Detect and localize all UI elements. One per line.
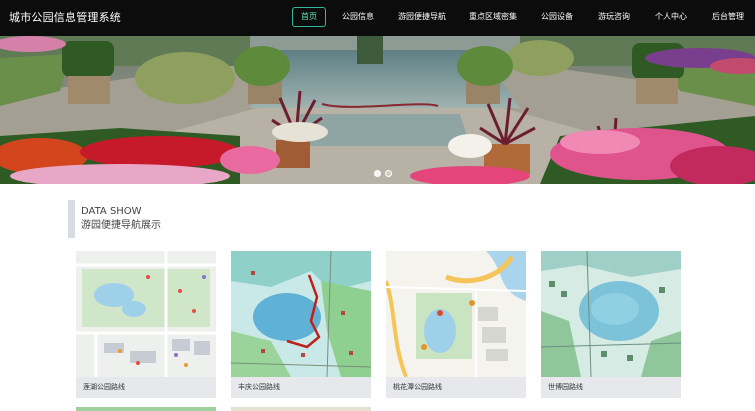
route-card-caption[interactable]: 世博园路线 — [541, 377, 681, 398]
nav-crowded-areas[interactable]: 重点区域密集 — [464, 7, 522, 27]
app-title[interactable]: 城市公园信息管理系统 — [9, 9, 121, 25]
nav-consulting[interactable]: 游玩咨询 — [592, 7, 636, 27]
nav-park-info[interactable]: 公园信息 — [336, 7, 380, 27]
banner-dot-2[interactable] — [385, 170, 392, 177]
route-map-image — [541, 251, 681, 377]
route-map-image — [76, 251, 216, 377]
banner-image — [0, 36, 755, 184]
hero-banner[interactable] — [0, 36, 755, 184]
section-title-cn: 游园便捷导航展示 — [81, 220, 161, 231]
nav-park-navigation[interactable]: 游园便捷导航 — [393, 7, 451, 27]
route-card-caption[interactable]: 丰庆公园路线 — [231, 377, 371, 398]
nav-user-center[interactable]: 个人中心 — [649, 7, 693, 27]
route-card[interactable]: 桃花潭公园路线 — [386, 251, 526, 398]
route-card[interactable]: 莲湖公园路线 — [76, 251, 216, 398]
section-title-en: DATA SHOW — [81, 206, 142, 217]
route-map-image — [231, 251, 371, 377]
section-heading: DATA SHOW 游园便捷导航展示 — [68, 200, 161, 238]
nav-admin[interactable]: 后台管理 — [706, 7, 750, 27]
page: 城市公园信息管理系统 首页 公园信息 游园便捷导航 重点区域密集 公园设备 游玩… — [0, 0, 755, 411]
route-card-peek — [231, 407, 371, 411]
route-card[interactable]: 世博园路线 — [541, 251, 681, 398]
nav-home[interactable]: 首页 — [292, 7, 326, 27]
banner-dot-1[interactable] — [374, 170, 381, 177]
nav-park-equipment[interactable]: 公园设备 — [535, 7, 579, 27]
route-card-caption[interactable]: 莲湖公园路线 — [76, 377, 216, 398]
route-card-caption[interactable]: 桃花潭公园路线 — [386, 377, 526, 398]
route-card-peek — [76, 407, 216, 411]
route-map-image — [386, 251, 526, 377]
route-card[interactable]: 丰庆公园路线 — [231, 251, 371, 398]
top-navbar: 城市公园信息管理系统 首页 公园信息 游园便捷导航 重点区域密集 公园设备 游玩… — [0, 0, 755, 36]
